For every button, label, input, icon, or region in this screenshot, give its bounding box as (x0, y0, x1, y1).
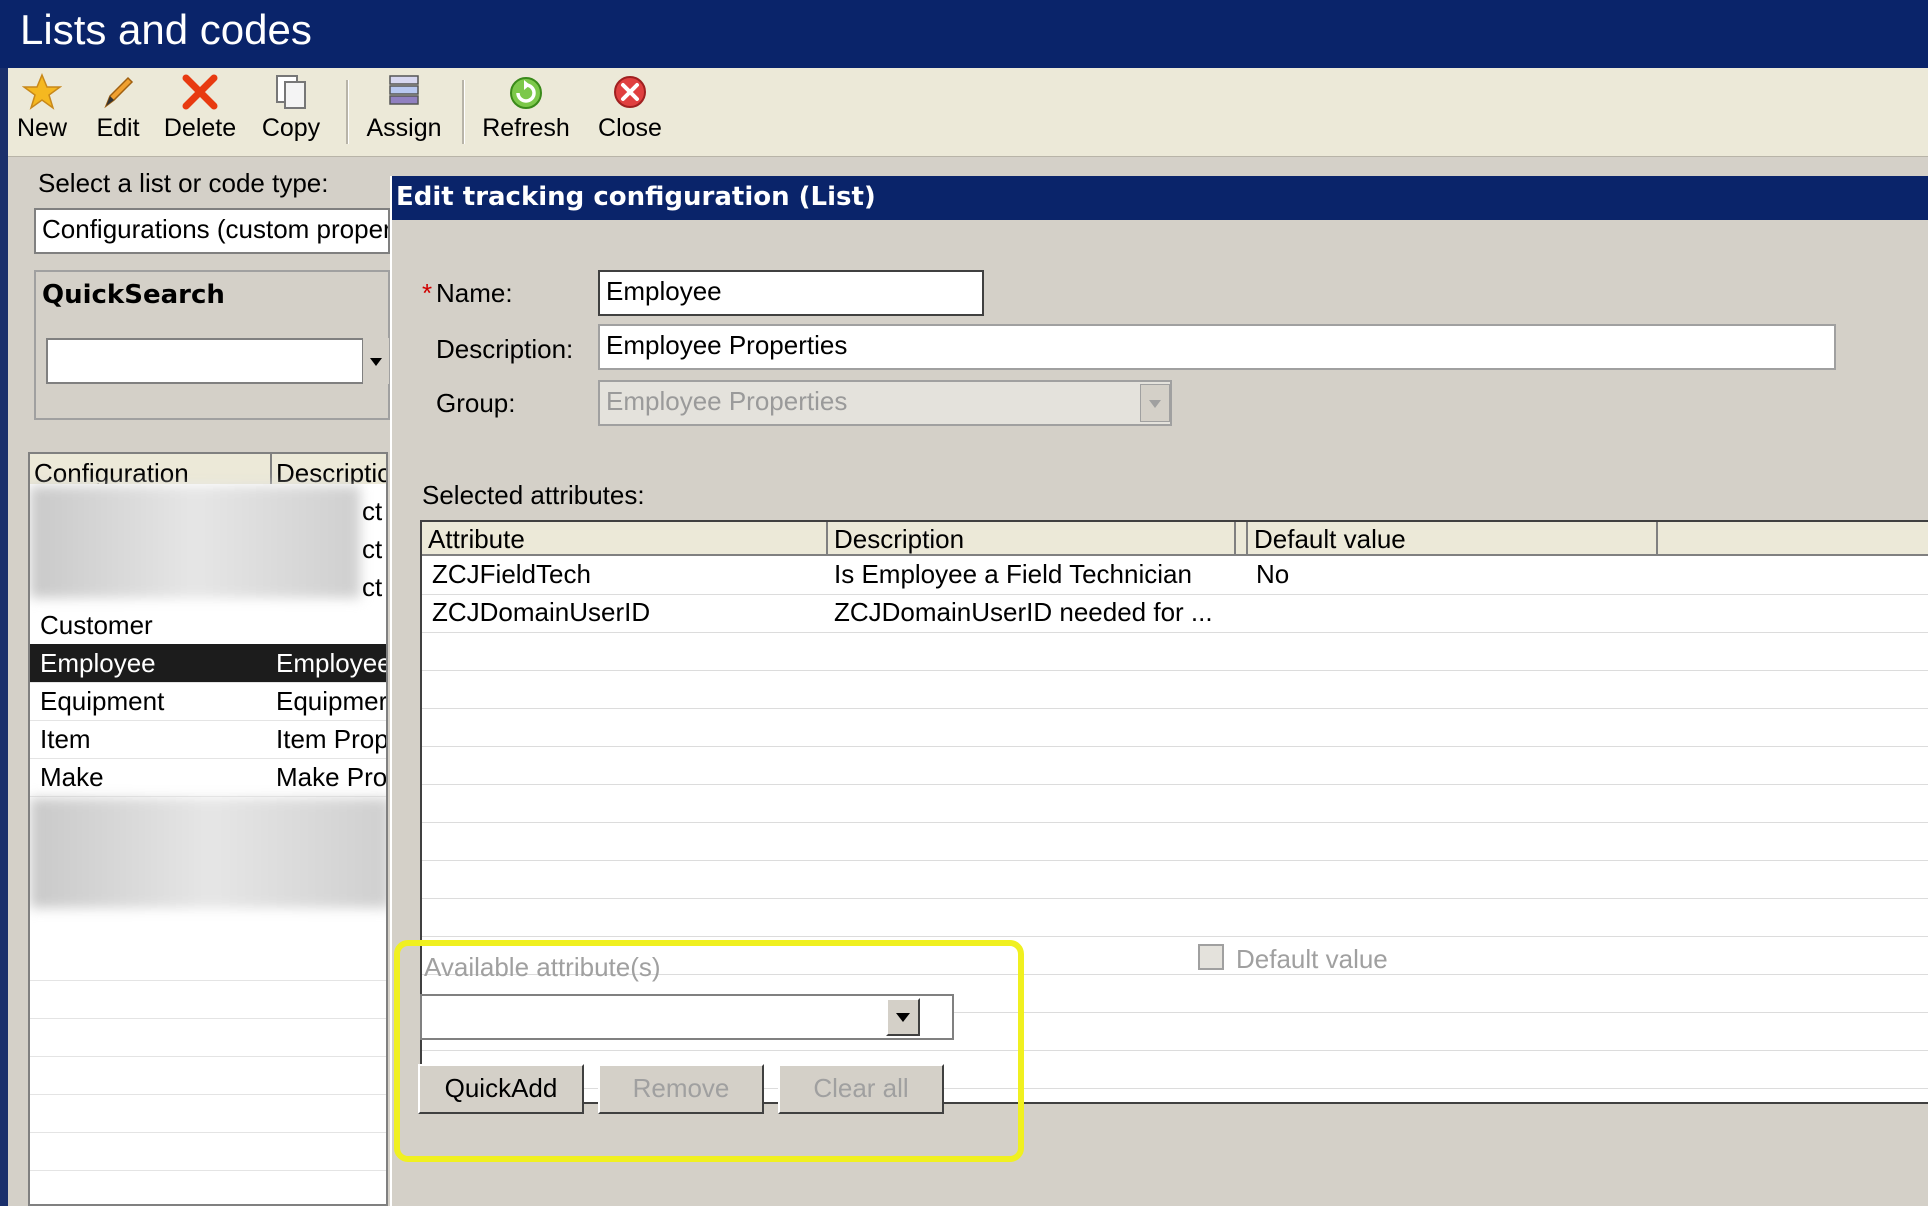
table-row-empty (422, 670, 1928, 709)
description-label: Description: (436, 334, 574, 364)
list-item-empty (30, 1094, 386, 1133)
edit-button-label: Edit (96, 114, 140, 142)
list-item-make[interactable]: Make Make Pro (30, 758, 388, 797)
copy-button[interactable]: Copy (258, 72, 324, 152)
quicksearch-dropdown-button[interactable] (362, 338, 389, 384)
list-item-empty (30, 942, 386, 981)
name-input[interactable]: Employee (598, 270, 984, 316)
table-row-empty (422, 632, 1928, 671)
table-row-empty (422, 822, 1928, 861)
window-left-border (0, 68, 8, 1206)
column-resize-handle[interactable] (1236, 522, 1248, 556)
group-dropdown-button[interactable] (1140, 384, 1170, 422)
assign-button[interactable]: Assign (362, 72, 446, 152)
close-button-label: Close (598, 114, 662, 142)
column-header-description[interactable]: Description (828, 522, 1236, 556)
cell-default-value: No (1256, 559, 1290, 589)
list-type-select[interactable]: Configurations (custom proper (34, 208, 390, 254)
window-title-bar: Lists and codes (0, 0, 1928, 68)
blurred-rows (30, 486, 360, 598)
list-item-empty (30, 1018, 386, 1057)
column-header-description[interactable]: Descriptio (272, 454, 386, 484)
copy-icon (276, 75, 306, 109)
cell-description: Is Employee a Field Technician (834, 559, 1192, 589)
configuration-list: Configuration Descriptio ct ct ct Custom… (28, 452, 388, 1206)
dialog-title-bar: Edit tracking configuration (List) (392, 176, 1928, 220)
chevron-down-icon (370, 358, 382, 366)
chevron-down-icon (1149, 400, 1161, 408)
list-item-equipment[interactable]: Equipment Equipmer (30, 682, 388, 721)
blurred-rows (30, 798, 386, 908)
column-header-empty (1658, 522, 1928, 556)
list-item-item[interactable]: Item Item Prop (30, 720, 388, 759)
required-mark: * (422, 278, 433, 308)
list-item-name: Equipment (40, 686, 165, 716)
refresh-icon (510, 77, 542, 109)
table-row-empty (422, 898, 1928, 937)
list-item-employee[interactable]: Employee Employee (30, 644, 388, 683)
highlight-annotation-box (394, 940, 1024, 1162)
toolbar-separator (346, 80, 349, 144)
copy-button-label: Copy (261, 114, 321, 142)
list-item-name: Make (40, 762, 104, 792)
refresh-button-label: Refresh (482, 114, 570, 142)
table-row-empty (422, 708, 1928, 747)
list-item-desc: Make Pro (276, 762, 388, 792)
list-item-empty (30, 1056, 386, 1095)
list-item-desc-partial: ct (362, 496, 383, 526)
column-header-attribute[interactable]: Attribute (422, 522, 828, 556)
assign-button-label: Assign (366, 114, 442, 142)
close-icon (614, 76, 646, 108)
star-icon (22, 73, 62, 110)
description-input[interactable]: Employee Properties (598, 324, 1836, 370)
list-item-desc-partial: ct (362, 534, 383, 564)
group-label: Group: (436, 388, 516, 418)
list-item-desc: Item Prop (276, 724, 388, 754)
toolbar-separator (462, 80, 465, 144)
cell-attribute: ZCJFieldTech (432, 559, 591, 589)
delete-button-label: Delete (163, 114, 237, 142)
cell-attribute: ZCJDomainUserID (432, 597, 651, 627)
table-row[interactable]: ZCJDomainUserID ZCJDomainUserID needed f… (422, 594, 1928, 633)
list-item-desc-partial: ct (362, 572, 383, 602)
toolbar: New Edit Delete Copy Assign Refresh Clos… (8, 68, 1928, 157)
table-row-empty (422, 784, 1928, 823)
quicksearch-label: QuickSearch (42, 280, 225, 310)
default-value-checkbox-label: Default value (1236, 944, 1388, 974)
list-item-name: Customer (40, 610, 153, 640)
column-header-configuration[interactable]: Configuration (30, 454, 272, 484)
cell-description: ZCJDomainUserID needed for ... (834, 597, 1213, 627)
column-header-default-value[interactable]: Default value (1248, 522, 1658, 556)
group-select[interactable]: Employee Properties (598, 380, 1172, 426)
selected-attributes-label: Selected attributes: (422, 480, 645, 510)
table-row-empty (422, 746, 1928, 785)
list-item-empty (30, 980, 386, 1019)
close-button[interactable]: Close (592, 72, 668, 152)
select-list-label: Select a list or code type: (38, 168, 329, 198)
name-label: Name: (436, 278, 513, 308)
new-button[interactable]: New (14, 72, 70, 152)
list-item-customer[interactable]: Customer (30, 606, 386, 645)
quicksearch-panel: QuickSearch (34, 270, 390, 420)
edit-button[interactable]: Edit (90, 72, 146, 152)
window-title: Lists and codes (20, 6, 312, 53)
list-item-desc: Equipmer (276, 686, 388, 716)
list-item-name: Employee (40, 648, 156, 678)
new-button-label: New (16, 114, 67, 142)
delete-button[interactable]: Delete (160, 72, 240, 152)
table-row[interactable]: ZCJFieldTech Is Employee a Field Technic… (422, 556, 1928, 595)
quicksearch-input[interactable] (46, 338, 366, 384)
refresh-button[interactable]: Refresh (476, 72, 576, 152)
list-item-name: Item (40, 724, 91, 754)
assign-icon (389, 75, 419, 105)
default-value-checkbox[interactable] (1198, 944, 1224, 970)
dialog-title: Edit tracking configuration (List) (396, 182, 876, 212)
delete-x-icon (182, 74, 218, 110)
table-row-empty (422, 860, 1928, 899)
list-item-empty (30, 1132, 386, 1171)
pencil-icon (104, 76, 134, 109)
list-item-desc: Employee (276, 648, 388, 678)
